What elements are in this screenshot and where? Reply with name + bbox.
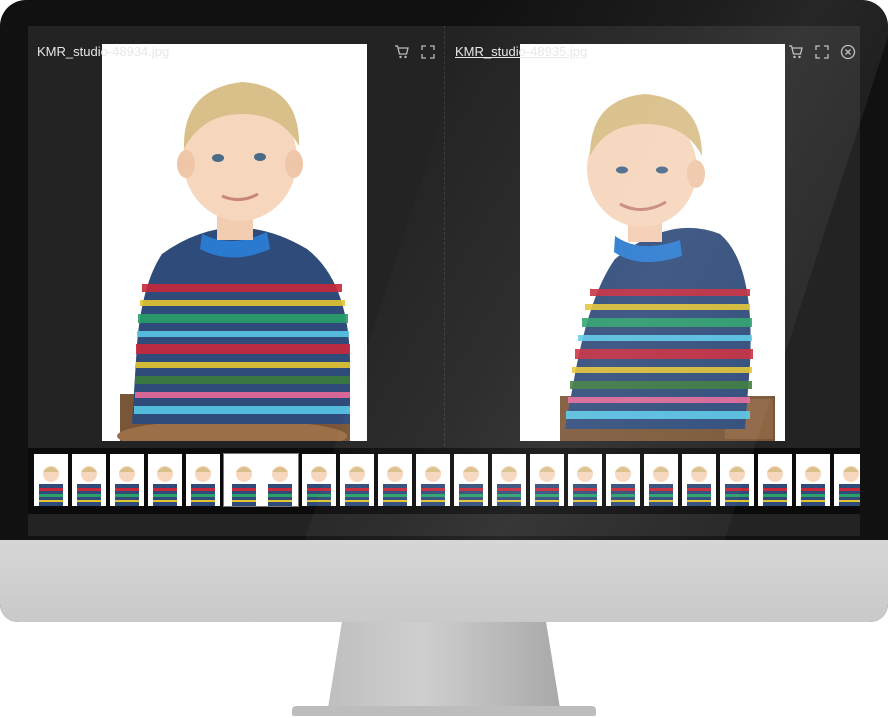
cart-icon[interactable] — [788, 44, 804, 60]
right-filename[interactable]: KMR_studio-48935.jpg — [455, 44, 587, 59]
filmstrip-thumbnail[interactable] — [644, 454, 678, 506]
monitor-stand — [328, 622, 560, 708]
left-pane-actions — [394, 44, 436, 60]
filmstrip-thumbnail[interactable] — [110, 454, 144, 506]
filmstrip-thumbnail[interactable] — [223, 453, 299, 507]
fullscreen-icon[interactable] — [420, 44, 436, 60]
pane-divider[interactable] — [444, 26, 445, 446]
filmstrip-thumbnail[interactable] — [302, 454, 336, 506]
filmstrip-thumbnail[interactable] — [378, 454, 412, 506]
filmstrip-thumbnail[interactable] — [796, 454, 830, 506]
filmstrip-thumbnail[interactable] — [530, 454, 564, 506]
filmstrip-thumbnail[interactable] — [186, 454, 220, 506]
monitor-stand-base — [292, 706, 596, 716]
filmstrip[interactable] — [28, 448, 860, 514]
child-photo-front — [102, 44, 367, 441]
right-pane-actions — [788, 44, 856, 60]
filmstrip-thumbnail[interactable] — [606, 454, 640, 506]
right-photo[interactable] — [520, 44, 785, 441]
filmstrip-thumbnail[interactable] — [568, 454, 602, 506]
cart-icon[interactable] — [394, 44, 410, 60]
viewer-pane-right: KMR_studio-48935.jpg — [446, 26, 860, 446]
filmstrip-thumbnail[interactable] — [720, 454, 754, 506]
viewer-pane-left: KMR_studio-48934.jpg — [28, 26, 444, 446]
filmstrip-thumbnail[interactable] — [834, 454, 860, 506]
thumbnail-list — [34, 453, 860, 507]
filmstrip-thumbnail[interactable] — [416, 454, 450, 506]
left-filename[interactable]: KMR_studio-48934.jpg — [37, 44, 169, 59]
monitor-chin — [0, 540, 888, 622]
filmstrip-thumbnail[interactable] — [34, 454, 68, 506]
fullscreen-icon[interactable] — [814, 44, 830, 60]
filmstrip-thumbnail[interactable] — [340, 454, 374, 506]
filmstrip-thumbnail[interactable] — [454, 454, 488, 506]
monitor-frame: KMR_studio-48934.jpg KMR_studio-48935.jp… — [0, 0, 888, 622]
screen: KMR_studio-48934.jpg KMR_studio-48935.jp… — [28, 26, 860, 536]
left-photo[interactable] — [102, 44, 367, 441]
close-circle-icon[interactable] — [840, 44, 856, 60]
filmstrip-thumbnail[interactable] — [148, 454, 182, 506]
filmstrip-thumbnail[interactable] — [492, 454, 526, 506]
filmstrip-thumbnail[interactable] — [72, 454, 106, 506]
filmstrip-thumbnail[interactable] — [682, 454, 716, 506]
child-photo-side — [520, 44, 785, 441]
filmstrip-thumbnail[interactable] — [758, 454, 792, 506]
